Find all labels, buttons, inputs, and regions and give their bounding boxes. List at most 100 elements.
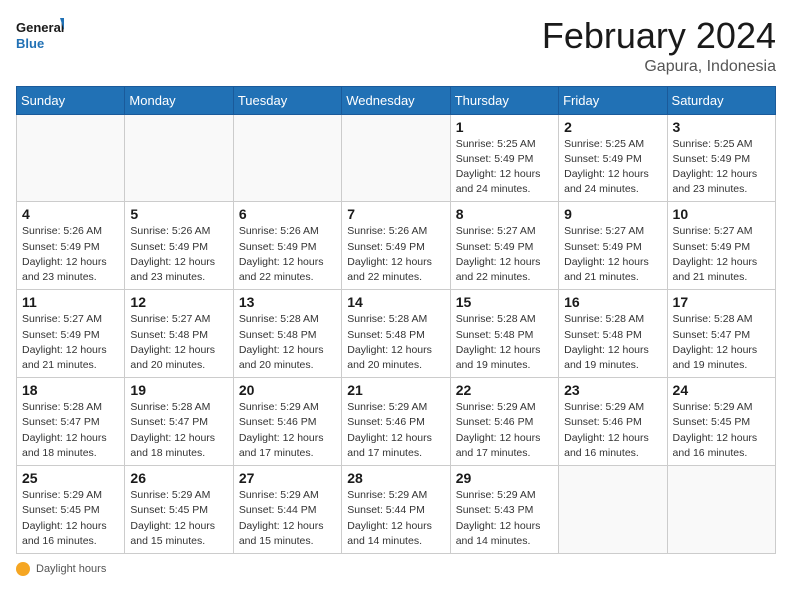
weekday-header-monday: Monday	[125, 86, 233, 114]
day-detail: Sunrise: 5:25 AMSunset: 5:49 PMDaylight:…	[673, 137, 770, 198]
day-number: 5	[130, 206, 227, 222]
day-detail: Sunrise: 5:26 AMSunset: 5:49 PMDaylight:…	[239, 224, 336, 285]
day-number: 24	[673, 382, 770, 398]
week-row-1: 1 Sunrise: 5:25 AMSunset: 5:49 PMDaylight…	[17, 114, 776, 202]
calendar-cell: 27 Sunrise: 5:29 AMSunset: 5:44 PMDayligh…	[233, 466, 341, 554]
header: General Blue February 2024 Gapura, Indon…	[16, 16, 776, 76]
day-detail: Sunrise: 5:28 AMSunset: 5:48 PMDaylight:…	[347, 312, 444, 373]
calendar-cell: 19Sunrise: 5:28 AMSunset: 5:47 PMDayligh…	[125, 378, 233, 466]
footer-note: Daylight hours	[16, 562, 776, 576]
day-detail: Sunrise: 5:29 AMSunset: 5:44 PMDaylight:…	[347, 488, 444, 549]
week-row-4: 18 Sunrise: 5:28 AMSunset: 5:47 PMDayligh…	[17, 378, 776, 466]
daylight-label: Daylight hours	[36, 563, 106, 575]
calendar-cell: 23 Sunrise: 5:29 AMSunset: 5:46 PMDayligh…	[559, 378, 667, 466]
day-number: 10	[673, 206, 770, 222]
calendar-cell: 14 Sunrise: 5:28 AMSunset: 5:48 PMDayligh…	[342, 290, 450, 378]
day-detail: Sunrise: 5:29 AMSunset: 5:46 PMDaylight:…	[564, 400, 661, 461]
svg-text:General: General	[16, 20, 64, 35]
day-detail: Sunrise: 5:25 AMSunset: 5:49 PMDaylight:…	[564, 137, 661, 198]
day-number: 3	[673, 119, 770, 135]
calendar-title: February 2024	[542, 16, 776, 56]
weekday-header-friday: Friday	[559, 86, 667, 114]
day-detail: Sunrise: 5:28 AMSunset: 5:48 PMDaylight:…	[564, 312, 661, 373]
calendar-cell: 28 Sunrise: 5:29 AMSunset: 5:44 PMDayligh…	[342, 466, 450, 554]
day-number: 28	[347, 470, 444, 486]
day-number: 14	[347, 294, 444, 310]
calendar-cell: 15Sunrise: 5:28 AMSunset: 5:48 PMDayligh…	[450, 290, 558, 378]
day-detail: Sunrise: 5:27 AMSunset: 5:49 PMDaylight:…	[564, 224, 661, 285]
day-number: 29	[456, 470, 553, 486]
day-detail: Sunrise: 5:28 AMSunset: 5:48 PMDaylight:…	[239, 312, 336, 373]
calendar-cell: 3 Sunrise: 5:25 AMSunset: 5:49 PMDaylight…	[667, 114, 775, 202]
day-number: 22	[456, 382, 553, 398]
calendar-cell: 20Sunrise: 5:29 AMSunset: 5:46 PMDayligh…	[233, 378, 341, 466]
day-number: 6	[239, 206, 336, 222]
sun-icon	[16, 562, 30, 576]
day-detail: Sunrise: 5:29 AMSunset: 5:46 PMDaylight:…	[347, 400, 444, 461]
day-number: 17	[673, 294, 770, 310]
day-detail: Sunrise: 5:29 AMSunset: 5:45 PMDaylight:…	[22, 488, 119, 549]
day-number: 27	[239, 470, 336, 486]
title-area: February 2024 Gapura, Indonesia	[542, 16, 776, 76]
logo: General Blue	[16, 16, 64, 56]
calendar-table: SundayMondayTuesdayWednesdayThursdayFrid…	[16, 86, 776, 554]
calendar-cell: 21 Sunrise: 5:29 AMSunset: 5:46 PMDayligh…	[342, 378, 450, 466]
calendar-cell: 18 Sunrise: 5:28 AMSunset: 5:47 PMDayligh…	[17, 378, 125, 466]
day-detail: Sunrise: 5:27 AMSunset: 5:49 PMDaylight:…	[673, 224, 770, 285]
weekday-header-tuesday: Tuesday	[233, 86, 341, 114]
day-detail: Sunrise: 5:28 AMSunset: 5:47 PMDaylight:…	[673, 312, 770, 373]
day-number: 23	[564, 382, 661, 398]
day-number: 19	[130, 382, 227, 398]
day-number: 11	[22, 294, 119, 310]
calendar-cell	[233, 114, 341, 202]
calendar-cell: 22Sunrise: 5:29 AMSunset: 5:46 PMDayligh…	[450, 378, 558, 466]
day-detail: Sunrise: 5:28 AMSunset: 5:47 PMDaylight:…	[22, 400, 119, 461]
day-detail: Sunrise: 5:28 AMSunset: 5:48 PMDaylight:…	[456, 312, 553, 373]
day-detail: Sunrise: 5:27 AMSunset: 5:49 PMDaylight:…	[22, 312, 119, 373]
calendar-cell: 9 Sunrise: 5:27 AMSunset: 5:49 PMDaylight…	[559, 202, 667, 290]
calendar-cell: 1Sunrise: 5:25 AMSunset: 5:49 PMDaylight…	[450, 114, 558, 202]
calendar-cell: 10 Sunrise: 5:27 AMSunset: 5:49 PMDayligh…	[667, 202, 775, 290]
day-number: 25	[22, 470, 119, 486]
calendar-cell: 6 Sunrise: 5:26 AMSunset: 5:49 PMDaylight…	[233, 202, 341, 290]
calendar-cell: 24 Sunrise: 5:29 AMSunset: 5:45 PMDayligh…	[667, 378, 775, 466]
day-detail: Sunrise: 5:26 AMSunset: 5:49 PMDaylight:…	[22, 224, 119, 285]
weekday-header-saturday: Saturday	[667, 86, 775, 114]
calendar-subtitle: Gapura, Indonesia	[542, 58, 776, 76]
weekday-header-wednesday: Wednesday	[342, 86, 450, 114]
week-row-3: 11 Sunrise: 5:27 AMSunset: 5:49 PMDayligh…	[17, 290, 776, 378]
day-detail: Sunrise: 5:29 AMSunset: 5:43 PMDaylight:…	[456, 488, 553, 549]
day-number: 9	[564, 206, 661, 222]
day-number: 1	[456, 119, 553, 135]
weekday-header-thursday: Thursday	[450, 86, 558, 114]
day-detail: Sunrise: 5:26 AMSunset: 5:49 PMDaylight:…	[347, 224, 444, 285]
calendar-cell: 2Sunrise: 5:25 AMSunset: 5:49 PMDaylight…	[559, 114, 667, 202]
calendar-cell: 13 Sunrise: 5:28 AMSunset: 5:48 PMDayligh…	[233, 290, 341, 378]
calendar-cell	[125, 114, 233, 202]
day-number: 13	[239, 294, 336, 310]
calendar-cell: 16Sunrise: 5:28 AMSunset: 5:48 PMDayligh…	[559, 290, 667, 378]
day-detail: Sunrise: 5:29 AMSunset: 5:44 PMDaylight:…	[239, 488, 336, 549]
calendar-cell: 29 Sunrise: 5:29 AMSunset: 5:43 PMDayligh…	[450, 466, 558, 554]
day-detail: Sunrise: 5:27 AMSunset: 5:49 PMDaylight:…	[456, 224, 553, 285]
day-number: 20	[239, 382, 336, 398]
calendar-cell: 25 Sunrise: 5:29 AMSunset: 5:45 PMDayligh…	[17, 466, 125, 554]
calendar-cell	[342, 114, 450, 202]
day-number: 26	[130, 470, 227, 486]
week-row-5: 25 Sunrise: 5:29 AMSunset: 5:45 PMDayligh…	[17, 466, 776, 554]
calendar-cell: 8 Sunrise: 5:27 AMSunset: 5:49 PMDaylight…	[450, 202, 558, 290]
day-number: 12	[130, 294, 227, 310]
weekday-header-sunday: Sunday	[17, 86, 125, 114]
day-detail: Sunrise: 5:29 AMSunset: 5:45 PMDaylight:…	[673, 400, 770, 461]
calendar-cell	[17, 114, 125, 202]
day-number: 7	[347, 206, 444, 222]
day-number: 18	[22, 382, 119, 398]
day-number: 21	[347, 382, 444, 398]
calendar-cell	[667, 466, 775, 554]
weekday-header-row: SundayMondayTuesdayWednesdayThursdayFrid…	[17, 86, 776, 114]
day-detail: Sunrise: 5:27 AMSunset: 5:48 PMDaylight:…	[130, 312, 227, 373]
day-number: 8	[456, 206, 553, 222]
logo-svg: General Blue	[16, 16, 64, 56]
calendar-cell: 4Sunrise: 5:26 AMSunset: 5:49 PMDaylight…	[17, 202, 125, 290]
calendar-cell: 5Sunrise: 5:26 AMSunset: 5:49 PMDaylight…	[125, 202, 233, 290]
